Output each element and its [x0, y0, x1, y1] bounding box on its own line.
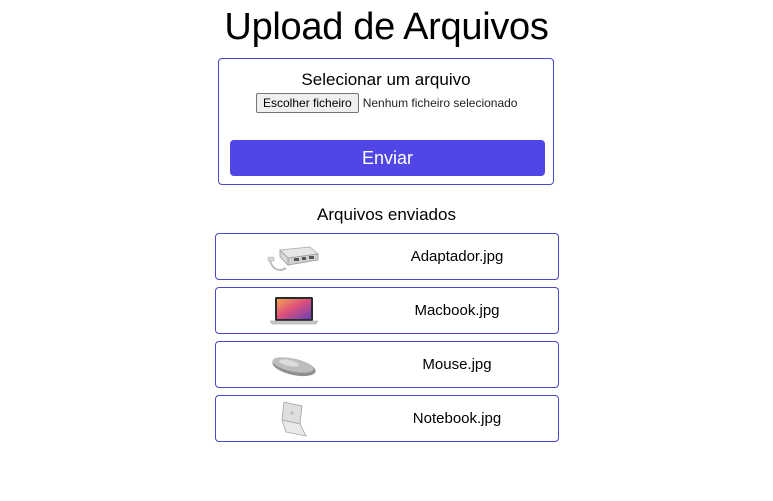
- uploaded-file-item[interactable]: Notebook.jpg: [215, 395, 559, 442]
- notebook-laptop-image: [281, 401, 307, 437]
- submit-button[interactable]: Enviar: [230, 140, 545, 176]
- file-input[interactable]: Escolher ficheiro Nenhum ficheiro seleci…: [256, 93, 517, 113]
- file-name: Notebook.jpg: [412, 410, 502, 427]
- uploaded-file-item[interactable]: Adaptador.jpg: [215, 233, 559, 280]
- upload-label: Selecionar um arquivo: [301, 70, 471, 89]
- file-status-text: Nenhum ficheiro selecionado: [362, 96, 518, 110]
- file-name: Macbook.jpg: [414, 302, 500, 319]
- page: Upload de Arquivos Selecionar um arquivo…: [0, 0, 773, 501]
- file-name: Mouse.jpg: [422, 356, 492, 373]
- uploaded-files-list: Adaptador.jpg Macbook.jpg Mouse.jpg Note…: [215, 233, 559, 449]
- wireless-mouse-image: [272, 357, 316, 377]
- page-title: Upload de Arquivos: [224, 6, 549, 48]
- upload-form: Selecionar um arquivo Escolher ficheiro …: [218, 58, 554, 185]
- uploaded-file-item[interactable]: Macbook.jpg: [215, 287, 559, 334]
- choose-file-button[interactable]: Escolher ficheiro: [256, 93, 359, 113]
- file-name: Adaptador.jpg: [410, 248, 504, 265]
- uploaded-files-heading: Arquivos enviados: [317, 205, 456, 224]
- usb-c-adapter-image: [267, 246, 319, 271]
- uploaded-file-item[interactable]: Mouse.jpg: [215, 341, 559, 388]
- macbook-laptop-image: [269, 297, 319, 325]
